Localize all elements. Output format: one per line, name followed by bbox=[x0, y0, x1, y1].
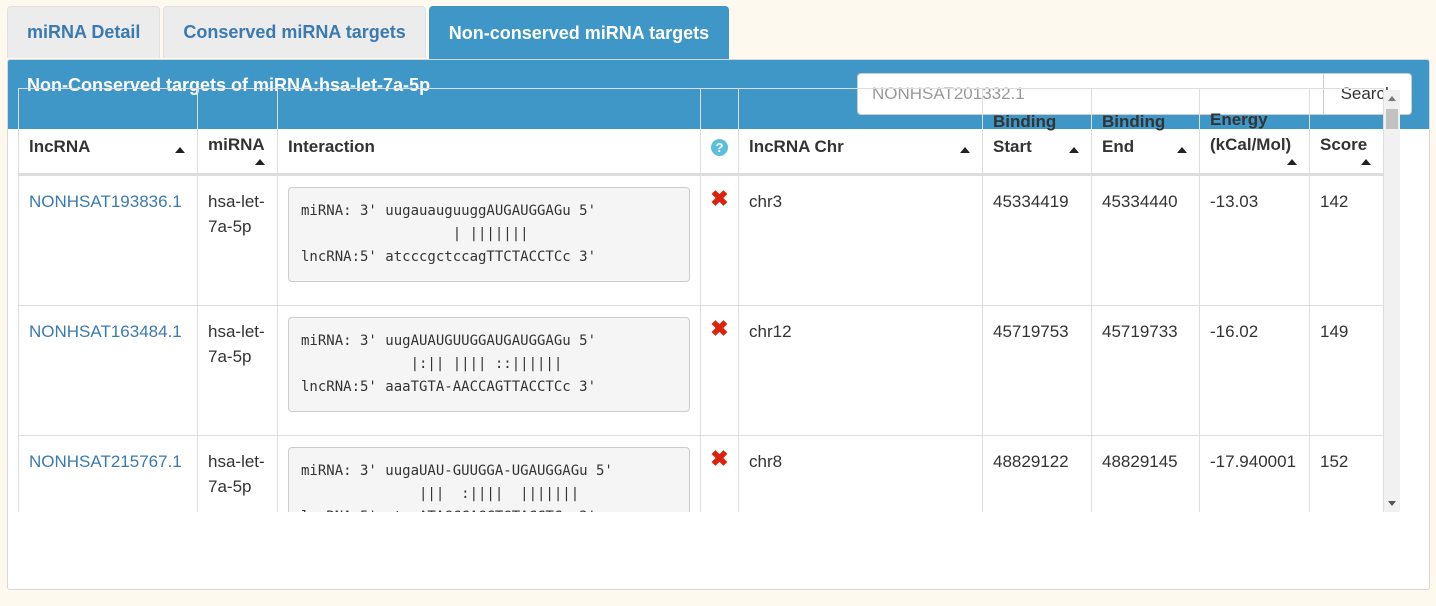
cell-interaction: miRNA: 3' uugAUAUGUUGGAUGAUGGAGu 5' |:||… bbox=[277, 305, 701, 436]
cell-energy: -16.02 bbox=[1199, 305, 1310, 436]
cell-status: ✖ bbox=[700, 435, 739, 512]
sort-asc-icon[interactable] bbox=[1177, 147, 1187, 153]
col-header-help: ? bbox=[700, 88, 739, 176]
cross-icon: ✖ bbox=[710, 446, 729, 471]
col-header-label: Binding bbox=[993, 112, 1057, 131]
cell-mirna: hsa-let-7a-5p bbox=[197, 305, 278, 436]
cell-lncrna: NONHSAT215767.1 bbox=[18, 435, 198, 512]
cross-icon: ✖ bbox=[710, 316, 729, 341]
cell-interaction: miRNA: 3' uugaUAU-GUUGGA-UGAUGGAGu 5' ||… bbox=[277, 435, 701, 512]
sort-asc-icon[interactable] bbox=[1287, 159, 1297, 165]
table-row: NONHSAT215767.1 hsa-let-7a-5p miRNA: 3' … bbox=[18, 435, 1384, 512]
tab-conserved-targets[interactable]: Conserved miRNA targets bbox=[163, 6, 426, 58]
tab-nonconserved-targets[interactable]: Non-conserved miRNA targets bbox=[428, 6, 730, 59]
col-header-label: lncRNA bbox=[29, 137, 91, 156]
cell-chr: chr3 bbox=[738, 174, 983, 306]
lncrna-link[interactable]: NONHSAT215767.1 bbox=[29, 452, 182, 471]
col-header-binding-start[interactable]: Binding Start bbox=[982, 88, 1092, 176]
col-header-energy[interactable]: Energy (kCal/Mol) bbox=[1199, 88, 1310, 176]
col-header-label: Interaction bbox=[288, 137, 375, 156]
scroll-down-icon[interactable] bbox=[1388, 501, 1396, 506]
table-row: NONHSAT163484.1 hsa-let-7a-5p miRNA: 3' … bbox=[18, 305, 1384, 436]
lncrna-link[interactable]: NONHSAT193836.1 bbox=[29, 192, 182, 211]
cell-binding-start: 45334419 bbox=[982, 174, 1092, 306]
lncrna-link[interactable]: NONHSAT163484.1 bbox=[29, 322, 182, 341]
sort-asc-icon[interactable] bbox=[1361, 159, 1371, 165]
alignment-box: miRNA: 3' uugauauguuggAUGAUGGAGu 5' | ||… bbox=[288, 187, 690, 282]
cross-icon: ✖ bbox=[710, 186, 729, 211]
cell-lncrna: NONHSAT193836.1 bbox=[18, 174, 198, 306]
tab-bar: miRNA Detail Conserved miRNA targets Non… bbox=[7, 6, 732, 59]
sort-asc-icon[interactable] bbox=[1069, 147, 1079, 153]
cell-chr: chr8 bbox=[738, 435, 983, 512]
cell-status: ✖ bbox=[700, 305, 739, 436]
col-header-label: Binding bbox=[1102, 112, 1166, 131]
cell-chr: chr12 bbox=[738, 305, 983, 436]
cell-energy: -13.03 bbox=[1199, 174, 1310, 306]
table-header-row: lncRNA miRNA Interaction ? lncRNA Chr Bi… bbox=[18, 88, 1384, 176]
col-header-label: Start bbox=[993, 137, 1032, 156]
cell-binding-end: 45719733 bbox=[1091, 305, 1200, 436]
cell-binding-start: 45719753 bbox=[982, 305, 1092, 436]
col-header-binding-end[interactable]: Binding End bbox=[1091, 88, 1200, 176]
col-header-chr[interactable]: lncRNA Chr bbox=[738, 88, 983, 176]
col-header-label: Energy bbox=[1210, 110, 1268, 129]
table-scrollbar[interactable] bbox=[1384, 90, 1400, 512]
col-header-interaction: Interaction bbox=[277, 88, 701, 176]
col-header-label: (kCal/Mol) bbox=[1210, 135, 1292, 154]
cell-mirna: hsa-let-7a-5p bbox=[197, 174, 278, 306]
tab-mirna-detail[interactable]: miRNA Detail bbox=[7, 6, 161, 58]
col-header-mirna[interactable]: miRNA bbox=[197, 88, 278, 176]
scrollbar-thumb[interactable] bbox=[1386, 109, 1398, 129]
cell-binding-end: 48829145 bbox=[1091, 435, 1200, 512]
cell-interaction: miRNA: 3' uugauauguuggAUGAUGGAGu 5' | ||… bbox=[277, 174, 701, 306]
col-header-lncrna[interactable]: lncRNA bbox=[18, 88, 198, 176]
cell-score: 149 bbox=[1309, 305, 1384, 436]
cell-mirna: hsa-let-7a-5p bbox=[197, 435, 278, 512]
col-header-label: miRNA bbox=[208, 135, 265, 154]
targets-table: lncRNA miRNA Interaction ? lncRNA Chr Bi… bbox=[18, 88, 1384, 512]
cell-score: 142 bbox=[1309, 174, 1384, 306]
cell-status: ✖ bbox=[700, 174, 739, 306]
cell-score: 152 bbox=[1309, 435, 1384, 512]
col-header-label: lncRNA Chr bbox=[749, 137, 844, 156]
table-row: NONHSAT193836.1 hsa-let-7a-5p miRNA: 3' … bbox=[18, 174, 1384, 306]
cell-binding-end: 45334440 bbox=[1091, 174, 1200, 306]
sort-asc-icon[interactable] bbox=[960, 147, 970, 153]
col-header-label: End bbox=[1102, 137, 1135, 156]
sort-asc-icon[interactable] bbox=[255, 159, 265, 165]
table-container: lncRNA miRNA Interaction ? lncRNA Chr Bi… bbox=[18, 88, 1403, 512]
scroll-up-icon[interactable] bbox=[1388, 96, 1396, 101]
col-header-label: Score bbox=[1320, 135, 1368, 154]
alignment-box: miRNA: 3' uugaUAU-GUUGGA-UGAUGGAGu 5' ||… bbox=[288, 447, 690, 512]
alignment-box: miRNA: 3' uugAUAUGUUGGAUGAUGGAGu 5' |:||… bbox=[288, 317, 690, 412]
cell-energy: -17.940001 bbox=[1199, 435, 1310, 512]
sort-asc-icon[interactable] bbox=[175, 147, 185, 153]
question-icon[interactable]: ? bbox=[711, 139, 728, 156]
cell-binding-start: 48829122 bbox=[982, 435, 1092, 512]
col-header-score[interactable]: Score bbox=[1309, 88, 1384, 176]
cell-lncrna: NONHSAT163484.1 bbox=[18, 305, 198, 436]
